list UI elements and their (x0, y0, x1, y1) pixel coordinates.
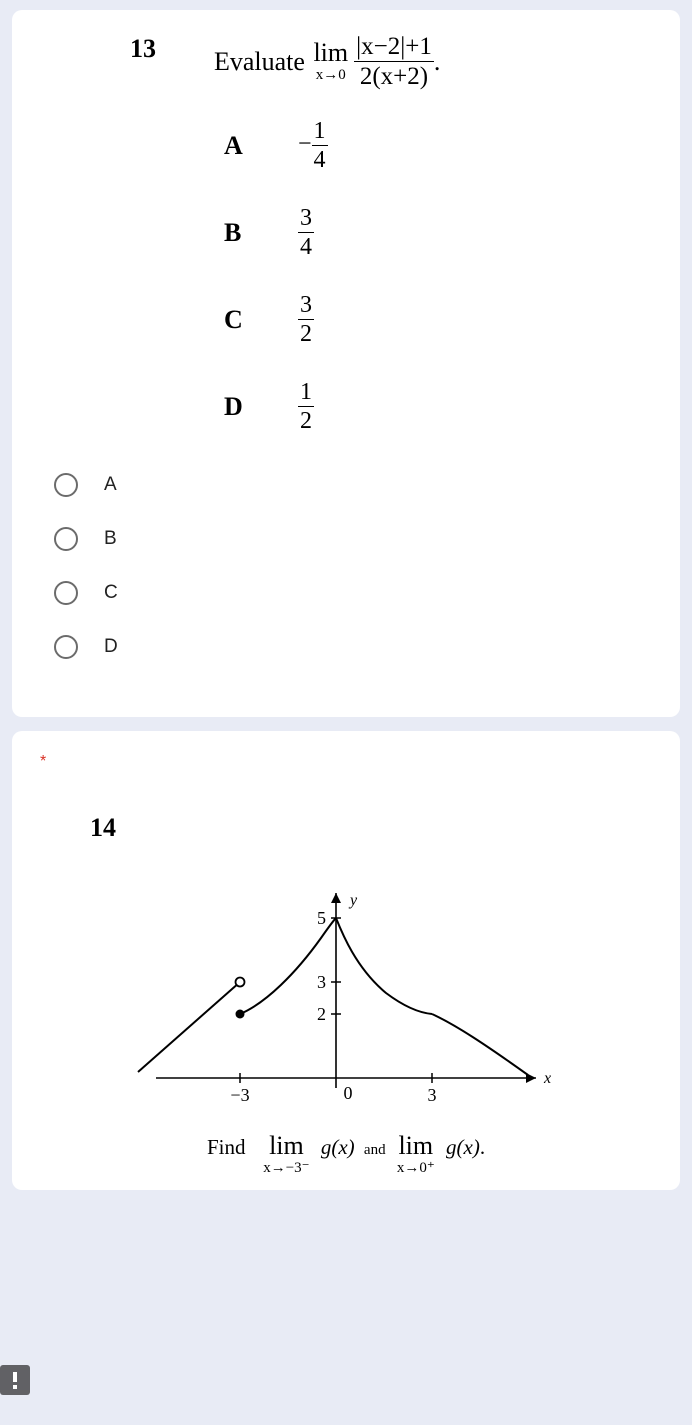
q14-and-word: and (364, 1142, 386, 1158)
q13-lim-sub: x→0 (316, 68, 346, 83)
q13-lim-label: lim (313, 40, 348, 66)
q13-radio-a-label: A (104, 474, 117, 496)
q13-radio-d-label: D (104, 636, 118, 658)
q13-period: . (434, 47, 441, 77)
alert-badge[interactable] (0, 1365, 30, 1395)
q14-period: . (480, 1135, 485, 1159)
q14-find-word: Find (207, 1135, 246, 1159)
q13-radio-group: A B C D (54, 473, 650, 659)
y-axis-label: y (348, 892, 358, 909)
q13-number: 13 (130, 34, 156, 64)
q13-option-row-c: C 32 (224, 293, 650, 346)
q14-graph-svg: −3 0 3 2 3 5 y x (126, 873, 566, 1113)
question-14-card: * 14 −3 0 3 2 3 5 y x (12, 731, 680, 1190)
y-tick-label-3: 3 (317, 972, 326, 992)
q14-func1: g(x) (321, 1135, 355, 1159)
q13-opt-d-letter: D (224, 392, 248, 422)
y-tick-label-5: 5 (317, 908, 326, 928)
x-axis-label: x (543, 1070, 551, 1087)
y-axis-arrow-icon (331, 893, 341, 903)
q13-opt-d-value: 12 (298, 380, 314, 433)
q13-numerator: |x−2|+1 (354, 34, 434, 62)
q13-opt-c-value: 32 (298, 293, 314, 346)
x-tick-label-0: 0 (344, 1083, 353, 1103)
q14-func2: g(x) (446, 1135, 480, 1159)
q13-radio-a[interactable]: A (54, 473, 650, 497)
q13-option-row-a: A −14 (224, 119, 650, 172)
q13-opt-c-letter: C (224, 305, 248, 335)
q13-radio-c[interactable]: C (54, 581, 650, 605)
q13-radio-d[interactable]: D (54, 635, 650, 659)
q14-number: 14 (90, 813, 116, 842)
required-asterisk: * (40, 753, 46, 771)
radio-circle-icon (54, 527, 78, 551)
question-13-card: 13 Evaluate lim x→0 |x−2|+1 2(x+2) . A −… (12, 10, 680, 717)
q14-lim1: lim x→−3⁻ (263, 1133, 309, 1176)
q13-fraction: |x−2|+1 2(x+2) (354, 34, 434, 89)
open-point-neg3-3 (236, 978, 245, 987)
x-tick-label-3: 3 (428, 1085, 437, 1105)
q13-radio-b[interactable]: B (54, 527, 650, 551)
q13-limit-operator: lim x→0 (313, 40, 348, 83)
q14-graph: −3 0 3 2 3 5 y x (42, 873, 650, 1113)
q13-opt-a-sign: − (298, 131, 312, 157)
q13-radio-c-label: C (104, 582, 118, 604)
radio-circle-icon (54, 581, 78, 605)
radio-circle-icon (54, 473, 78, 497)
graph-middle-left-branch (240, 918, 336, 1014)
radio-circle-icon (54, 635, 78, 659)
q13-option-row-d: D 12 (224, 380, 650, 433)
q14-prompt: Find lim x→−3⁻ g(x) and lim x→0⁺ g(x). (42, 1129, 650, 1180)
q14-header: 14 (90, 813, 650, 843)
graph-right-branch (432, 1014, 528, 1075)
graph-left-branch (138, 982, 240, 1072)
q13-opt-a-letter: A (224, 131, 248, 161)
q13-option-row-b: B 34 (224, 206, 650, 259)
x-tick-label-neg3: −3 (230, 1085, 249, 1105)
alert-icon (12, 1371, 18, 1389)
q13-prompt: Evaluate lim x→0 |x−2|+1 2(x+2) . (214, 34, 440, 89)
q13-evaluate-word: Evaluate (214, 47, 305, 77)
q13-radio-b-label: B (104, 528, 117, 550)
q13-header-row: 13 Evaluate lim x→0 |x−2|+1 2(x+2) . (42, 34, 650, 89)
q13-opt-a-value: −14 (298, 119, 328, 172)
q13-denominator: 2(x+2) (358, 62, 430, 89)
q14-lim2: lim x→0⁺ (397, 1133, 435, 1176)
q13-opt-b-value: 34 (298, 206, 314, 259)
graph-middle-right-branch (336, 918, 432, 1014)
q13-option-table: A −14 B 34 C 32 D 12 (224, 119, 650, 433)
q13-opt-b-letter: B (224, 218, 248, 248)
y-tick-label-2: 2 (317, 1004, 326, 1024)
